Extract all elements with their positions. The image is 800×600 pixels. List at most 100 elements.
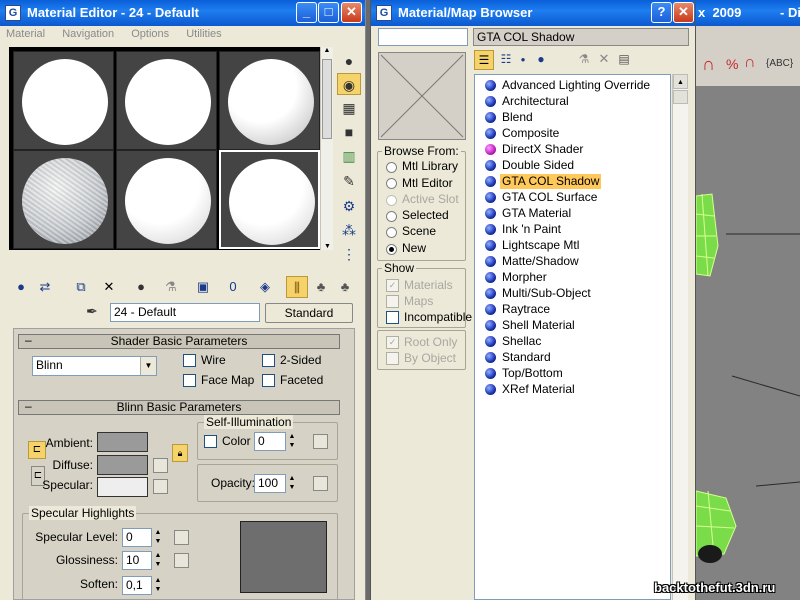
glossiness-map-button[interactable]	[174, 553, 189, 568]
list-scrollbar-thumb[interactable]	[673, 90, 688, 104]
list-scroll-up-arrow-icon[interactable]: ▲	[673, 74, 688, 89]
magnet-icon[interactable]: ∩	[702, 54, 715, 75]
delete-from-library-icon[interactable]: ✕	[594, 50, 614, 70]
self-illum-value-field[interactable]: 0	[254, 432, 286, 451]
menu-navigation[interactable]: Navigation	[62, 28, 114, 40]
specular-color-swatch[interactable]	[97, 477, 148, 497]
diffuse-color-swatch[interactable]	[97, 455, 148, 475]
two-sided-checkbox[interactable]	[262, 354, 275, 367]
radio-mtl-editor[interactable]	[386, 178, 397, 189]
opacity-spinner-icon[interactable]: ▲ ▼	[287, 474, 297, 493]
scroll-down-arrow-icon[interactable]: ▼	[321, 243, 334, 250]
radio-mtl-library[interactable]	[386, 162, 397, 173]
put-to-library-icon[interactable]: ▣	[192, 276, 214, 298]
update-scene-materials-icon[interactable]: ⚗	[574, 50, 594, 70]
pick-material-eyedropper-icon[interactable]: ✒	[86, 303, 98, 320]
sample-uv-tiling-icon[interactable]: ■	[337, 121, 361, 143]
self-illum-color-checkbox[interactable]	[204, 435, 217, 448]
sample-slot-4[interactable]	[13, 150, 114, 249]
show-map-in-viewport-icon[interactable]: ◈	[254, 276, 276, 298]
material-type-button[interactable]: Standard	[265, 303, 353, 323]
specular-map-button[interactable]	[153, 479, 168, 494]
maximize-button[interactable]: □	[318, 2, 339, 23]
help-button[interactable]: ?	[651, 2, 672, 23]
menu-options[interactable]: Options	[131, 28, 169, 40]
specular-label: Specular:	[42, 478, 93, 492]
self-illum-spinner-icon[interactable]: ▲ ▼	[287, 432, 297, 451]
material-effects-channel-icon[interactable]: 0	[222, 276, 244, 298]
wire-checkbox[interactable]	[183, 354, 196, 367]
menu-utilities[interactable]: Utilities	[186, 28, 221, 40]
browser-search-input[interactable]	[378, 28, 468, 46]
clear-library-icon[interactable]: ▤	[614, 50, 634, 70]
root-only-checkbox[interactable]: ✓	[386, 336, 399, 349]
slots-scrollbar[interactable]: ▲ ▼	[320, 47, 333, 250]
material-navigator-icon[interactable]: ⋮	[337, 243, 361, 265]
background-checker-icon[interactable]: ▦	[337, 97, 361, 119]
show-incompatible-checkbox[interactable]	[386, 311, 399, 324]
sample-slot-5[interactable]	[116, 150, 217, 249]
by-object-checkbox[interactable]	[386, 352, 399, 365]
get-material-icon[interactable]: ●	[10, 276, 32, 298]
material-item-label: Shell Material	[502, 318, 575, 332]
make-material-copy-icon[interactable]: ●	[130, 276, 152, 298]
soften-spinner-icon[interactable]: ▲ ▼	[153, 576, 163, 595]
select-by-material-icon[interactable]: ⁂	[337, 219, 361, 241]
make-preview-icon[interactable]: ✎	[337, 170, 361, 192]
reset-map-icon[interactable]: ✕	[98, 276, 120, 298]
sample-slot-2[interactable]	[116, 51, 217, 150]
opacity-value-field[interactable]: 100	[254, 474, 286, 493]
sample-slot-1[interactable]	[13, 51, 114, 150]
scrollbar-thumb[interactable]	[322, 59, 332, 139]
browser-close-button[interactable]: ✕	[673, 2, 694, 23]
view-large-icons-icon[interactable]: ●	[532, 50, 550, 70]
sample-slot-6-active[interactable]	[219, 150, 320, 249]
radio-selected[interactable]	[386, 211, 397, 222]
backlight-icon[interactable]: ◉	[337, 73, 361, 95]
specular-level-field[interactable]: 0	[122, 528, 152, 547]
lock-icon[interactable]: 🔒︎	[172, 444, 188, 462]
face-map-checkbox[interactable]	[183, 374, 196, 387]
radio-active-slot[interactable]	[386, 195, 397, 206]
opacity-map-button[interactable]	[313, 476, 328, 491]
material-name-field[interactable]: 24 - Default	[110, 303, 260, 322]
show-end-result-icon[interactable]: ⫼	[286, 276, 308, 298]
scroll-up-arrow-icon[interactable]: ▲	[321, 47, 333, 54]
percent-snap-icon[interactable]: %	[726, 56, 738, 72]
make-unique-icon[interactable]: ⚗	[160, 276, 182, 298]
blinn-rollout-header[interactable]: – Blinn Basic Parameters	[18, 400, 340, 415]
diffuse-map-button[interactable]	[153, 458, 168, 473]
glossiness-spinner-icon[interactable]: ▲ ▼	[153, 551, 163, 570]
glossiness-field[interactable]: 10	[122, 551, 152, 570]
options-icon[interactable]: ⚙	[337, 195, 361, 217]
go-forward-to-sibling-icon[interactable]: ♣	[334, 276, 356, 298]
view-list-icon[interactable]: ☰	[474, 50, 494, 70]
radio-new[interactable]	[386, 244, 397, 255]
view-small-icons-icon[interactable]: ●	[516, 52, 530, 68]
self-illum-map-button[interactable]	[313, 434, 328, 449]
sample-type-sphere-icon[interactable]: ●	[337, 50, 361, 72]
show-maps-checkbox[interactable]	[386, 295, 399, 308]
sample-slot-3[interactable]	[219, 51, 320, 150]
view-list-icons-icon[interactable]: ☷	[496, 50, 516, 70]
shader-type-dropdown[interactable]: Blinn ▼	[32, 356, 157, 376]
abc-icon[interactable]: {ABC}	[766, 58, 793, 69]
viewport[interactable]	[696, 86, 800, 600]
spinner-snap-icon[interactable]: ∩	[744, 54, 756, 72]
assign-to-selection-icon[interactable]: ⧉	[70, 276, 92, 298]
shader-rollout-header[interactable]: – Shader Basic Parameters	[18, 334, 340, 349]
ambient-color-swatch[interactable]	[97, 432, 148, 452]
soften-field[interactable]: 0,1	[122, 576, 152, 595]
show-materials-checkbox[interactable]: ✓	[386, 279, 399, 292]
material-list-scrollbar[interactable]: ▲	[672, 74, 688, 600]
minimize-button[interactable]: _	[296, 2, 317, 23]
specular-level-map-button[interactable]	[174, 530, 189, 545]
faceted-checkbox[interactable]	[262, 374, 275, 387]
video-color-check-icon[interactable]: ▥	[337, 145, 361, 167]
close-button[interactable]: ✕	[341, 2, 362, 23]
specular-level-spinner-icon[interactable]: ▲ ▼	[153, 528, 163, 547]
put-to-scene-icon[interactable]: ⇄	[34, 276, 56, 298]
go-to-parent-icon[interactable]: ♣	[310, 276, 332, 298]
menu-material[interactable]: Material	[6, 28, 45, 40]
radio-scene[interactable]	[386, 227, 397, 238]
